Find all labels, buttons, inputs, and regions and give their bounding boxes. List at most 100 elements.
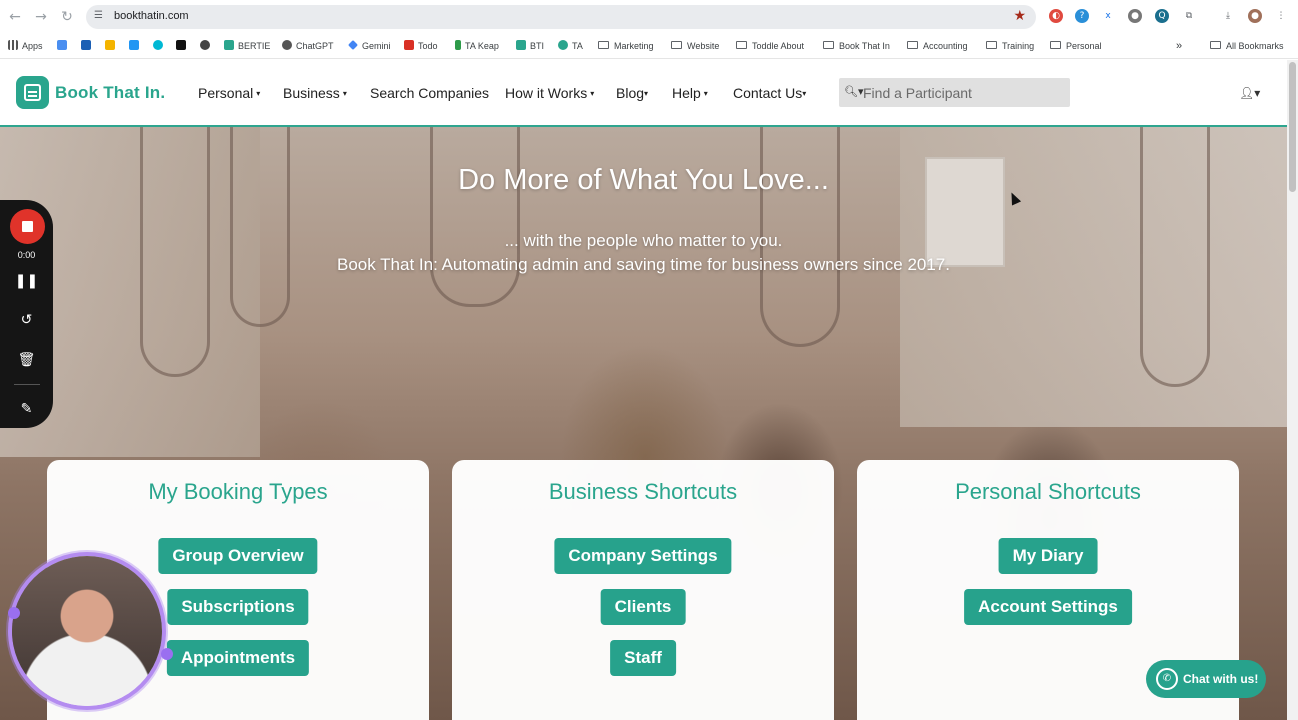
folder-icon	[823, 41, 834, 49]
bookmark-ta-keap[interactable]: TA Keap	[455, 39, 499, 53]
folder-icon	[671, 41, 682, 49]
caret-down-icon: ▾	[644, 89, 649, 98]
my-diary-button[interactable]: My Diary	[998, 538, 1098, 574]
bookmark-folder-marketing[interactable]: Marketing	[598, 39, 654, 53]
bookmark-icon[interactable]	[176, 40, 186, 50]
bookmark-gemini[interactable]: Gemini	[348, 39, 391, 53]
nav-help[interactable]: Help ▾	[672, 85, 708, 101]
reload-icon[interactable]: ↻	[58, 8, 76, 26]
group-overview-button[interactable]: Group Overview	[158, 538, 318, 574]
recording-timer: 0:00	[17, 250, 36, 260]
calendar-icon[interactable]	[57, 40, 67, 50]
address-bar[interactable]: ☰ bookthatin.com ★	[86, 5, 1036, 29]
download-icon[interactable]: ⤓	[1221, 9, 1235, 23]
bookmark-chatgpt[interactable]: ChatGPT	[282, 39, 334, 53]
site-header: Book That In. Personal ▾ Business ▾ Search…	[0, 60, 1287, 127]
bookmark-icon[interactable]	[200, 40, 210, 50]
bookmarks-bar: Apps BERTIE ChatGPT Gemini Todo TA Keap …	[0, 34, 1298, 59]
folder-icon	[1050, 41, 1061, 49]
nav-personal[interactable]: Personal ▾	[198, 85, 260, 101]
site-info-icon[interactable]: ☰	[94, 10, 106, 22]
stop-recording-button[interactable]	[10, 209, 45, 244]
staff-button[interactable]: Staff	[610, 640, 676, 676]
nav-contact-us[interactable]: Contact Us▾	[733, 85, 806, 101]
nav-blog[interactable]: Blog▾	[616, 85, 648, 101]
hero-background	[430, 127, 520, 307]
bookmark-icon[interactable]	[153, 40, 163, 50]
bookmark-bti[interactable]: BTI	[516, 39, 544, 53]
profile-avatar[interactable]: ●	[1248, 9, 1262, 23]
bookmark-folder-training[interactable]: Training	[986, 39, 1034, 53]
bookmark-folder-book-that-in[interactable]: Book That In	[823, 39, 890, 53]
folder-icon	[1210, 41, 1221, 49]
clients-button[interactable]: Clients	[600, 589, 686, 625]
card-title: My Booking Types	[148, 479, 328, 504]
caret-down-icon: ▾	[703, 89, 708, 98]
nav-business[interactable]: Business ▾	[283, 85, 347, 101]
logo-icon[interactable]	[16, 76, 49, 109]
bookmark-icon[interactable]	[129, 40, 139, 50]
chatgpt-icon	[282, 40, 292, 50]
extension-icon[interactable]: Q	[1155, 9, 1169, 23]
browser-menu-icon[interactable]: ⋮	[1274, 9, 1288, 23]
folder-icon	[598, 41, 609, 49]
delete-icon[interactable]: 🗑︎	[0, 352, 53, 368]
extensions-puzzle-icon[interactable]: ⧉	[1182, 9, 1196, 23]
extension-icon[interactable]: ◐	[1049, 9, 1063, 23]
extension-icon[interactable]: ?	[1075, 9, 1089, 23]
docs-icon[interactable]	[81, 40, 91, 50]
bookthatin-icon	[224, 40, 234, 50]
folder-icon	[736, 41, 747, 49]
all-bookmarks-button[interactable]: All Bookmarks	[1210, 39, 1284, 53]
hero-background	[230, 127, 290, 327]
browser-toolbar: ← → ↻ ☰ bookthatin.com ★ ◐ ? x ● Q ⧉ ⤓ ●…	[0, 0, 1298, 34]
bookmark-folder-website[interactable]: Website	[671, 39, 719, 53]
restart-icon[interactable]: ↺	[0, 312, 53, 328]
subscriptions-button[interactable]: Subscriptions	[167, 589, 309, 625]
logo-text[interactable]: Book That In.	[55, 83, 165, 103]
back-icon[interactable]: ←	[6, 8, 24, 26]
caret-down-icon: ▾	[342, 89, 347, 98]
card-title: Business Shortcuts	[548, 479, 738, 504]
user-menu-icon[interactable]: 👤︎▾	[1239, 86, 1260, 100]
caret-down-icon: ▾	[256, 89, 261, 98]
caret-down-icon: ▾	[802, 89, 807, 98]
bookmark-todo[interactable]: Todo	[404, 39, 438, 53]
hero-subtitle: ... with the people who matter to you.	[504, 231, 783, 250]
drive-icon[interactable]	[105, 40, 115, 50]
bookmark-bertie[interactable]: BERTIE	[224, 39, 270, 53]
card-title: Personal Shortcuts	[955, 479, 1141, 504]
bookthatin-icon	[516, 40, 526, 50]
nav-how-it-works[interactable]: How it Works ▾	[505, 85, 594, 101]
webcam-bubble[interactable]	[12, 556, 162, 706]
webcam-resize-handle[interactable]	[8, 607, 20, 619]
account-settings-button[interactable]: Account Settings	[964, 589, 1132, 625]
bookmark-star-icon[interactable]: ★	[1013, 8, 1026, 24]
participant-search: 🔍︎▾	[839, 78, 1070, 107]
appointments-button[interactable]: Appointments	[166, 640, 310, 676]
extension-icon[interactable]: ●	[1128, 9, 1142, 23]
search-icon[interactable]: 🔍︎▾	[844, 85, 864, 98]
url-text[interactable]: bookthatin.com	[114, 10, 189, 22]
bookmark-apps[interactable]: Apps	[8, 39, 43, 53]
folder-icon	[986, 41, 997, 49]
bookmark-folder-accounting[interactable]: Accounting	[907, 39, 968, 53]
bookmark-folder-toddle-about[interactable]: Toddle About	[736, 39, 804, 53]
hero-tagline: Book That In: Automating admin and savin…	[337, 255, 950, 274]
scrollbar-thumb[interactable]	[1289, 62, 1296, 192]
extension-icon[interactable]: x	[1101, 9, 1115, 23]
webcam-resize-handle[interactable]	[161, 648, 173, 660]
forward-icon[interactable]: →	[32, 8, 50, 26]
nav-search-companies[interactable]: Search Companies	[370, 85, 489, 101]
todo-icon	[404, 40, 414, 50]
hero-title: Do More of What You Love...	[458, 164, 829, 196]
company-settings-button[interactable]: Company Settings	[554, 538, 732, 574]
chat-with-us-button[interactable]: ✆ Chat with us!	[1146, 660, 1266, 698]
page-scrollbar[interactable]	[1287, 60, 1298, 720]
draw-pen-icon[interactable]: ✎	[0, 401, 53, 417]
participant-search-input[interactable]	[863, 82, 1063, 103]
pause-icon[interactable]: ❚❚	[0, 273, 53, 289]
bookmarks-overflow-button[interactable]: »	[1176, 39, 1182, 53]
bookmark-ta[interactable]: TA	[558, 39, 583, 53]
bookmark-folder-personal[interactable]: Personal	[1050, 39, 1102, 53]
